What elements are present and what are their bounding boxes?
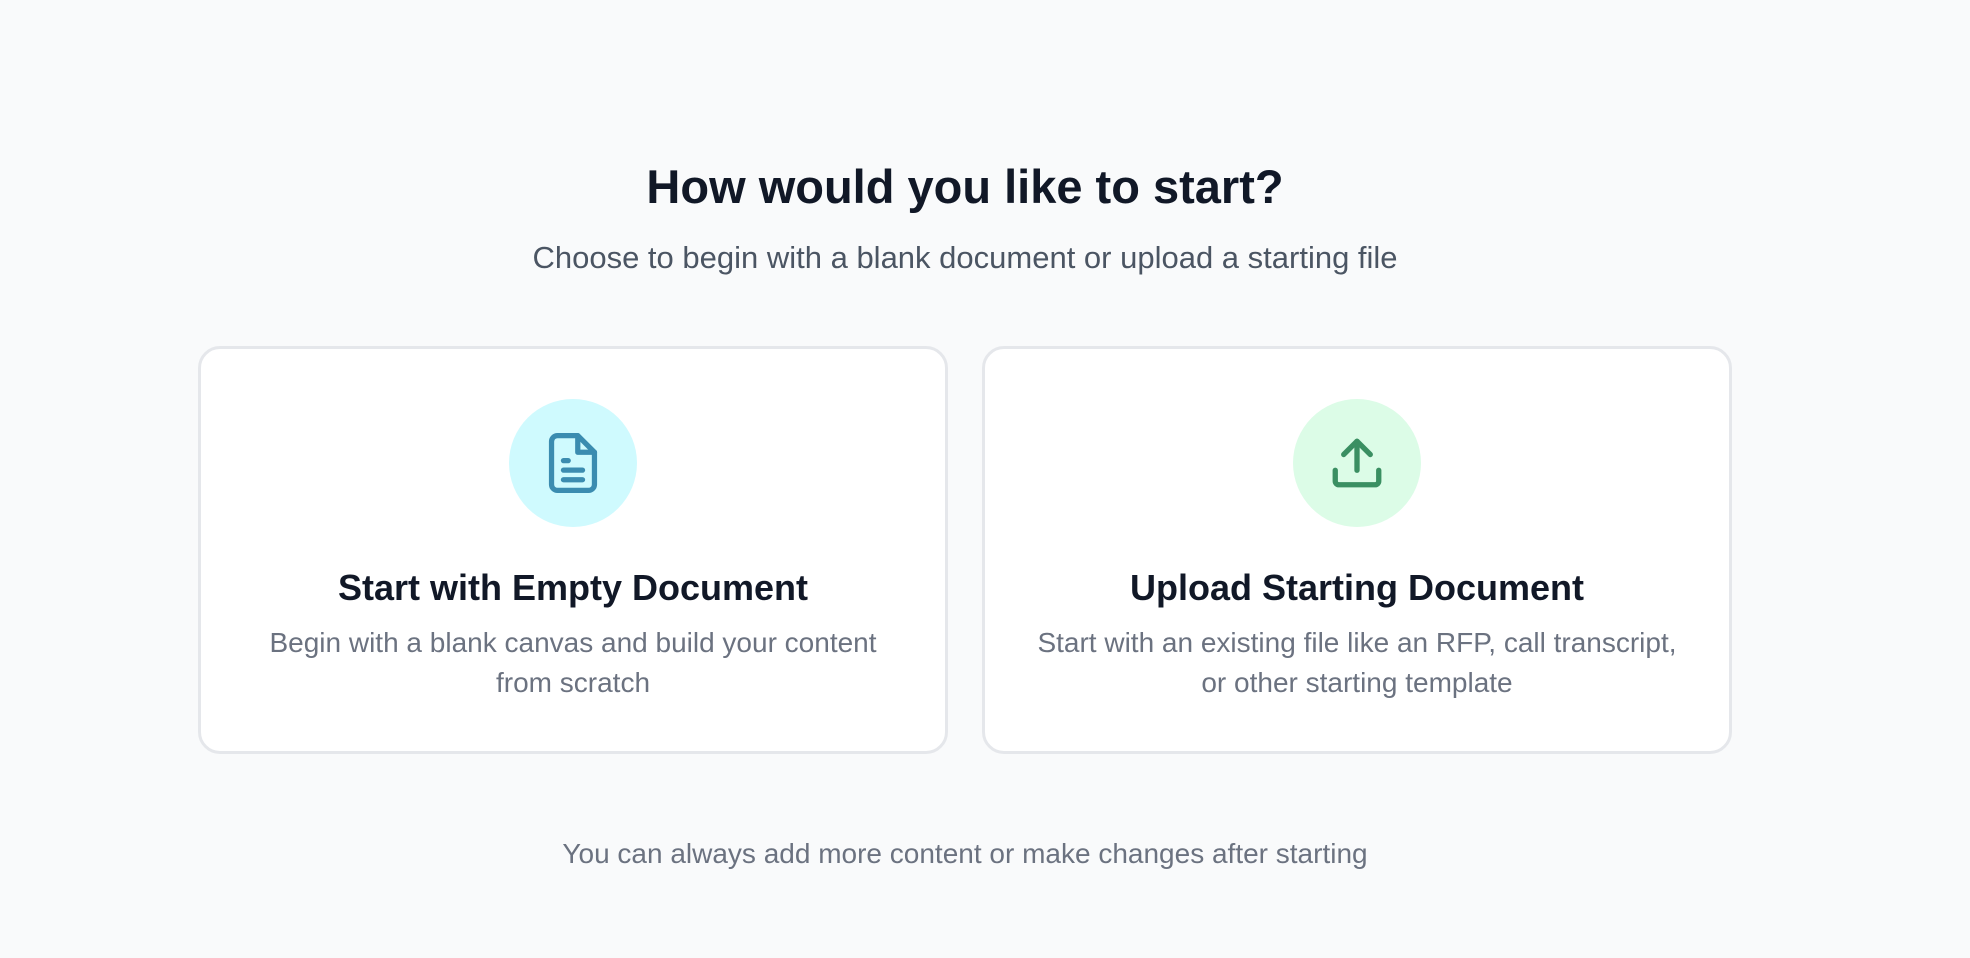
- page-title: How would you like to start?: [646, 160, 1284, 213]
- upload-icon: [1332, 438, 1382, 488]
- card-title: Start with Empty Document: [337, 567, 809, 608]
- document-icon-circle: [509, 399, 637, 527]
- start-options-page: How would you like to start? Choose to b…: [0, 0, 1970, 958]
- card-description: Start with an existing file like an RFP,…: [1037, 627, 1677, 698]
- upload-starting-document-card[interactable]: Upload Starting Document Start with an e…: [982, 346, 1732, 754]
- upload-icon-circle: [1293, 399, 1421, 527]
- card-description: Begin with a blank canvas and build your…: [269, 627, 877, 698]
- start-options: Start with Empty Document Begin with a b…: [198, 346, 1732, 754]
- footer-note: You can always add more content or make …: [562, 838, 1368, 869]
- document-icon: [548, 432, 598, 494]
- start-empty-document-card[interactable]: Start with Empty Document Begin with a b…: [198, 346, 948, 754]
- card-title: Upload Starting Document: [1129, 567, 1584, 608]
- page-subtitle: Choose to begin with a blank document or…: [532, 240, 1398, 275]
